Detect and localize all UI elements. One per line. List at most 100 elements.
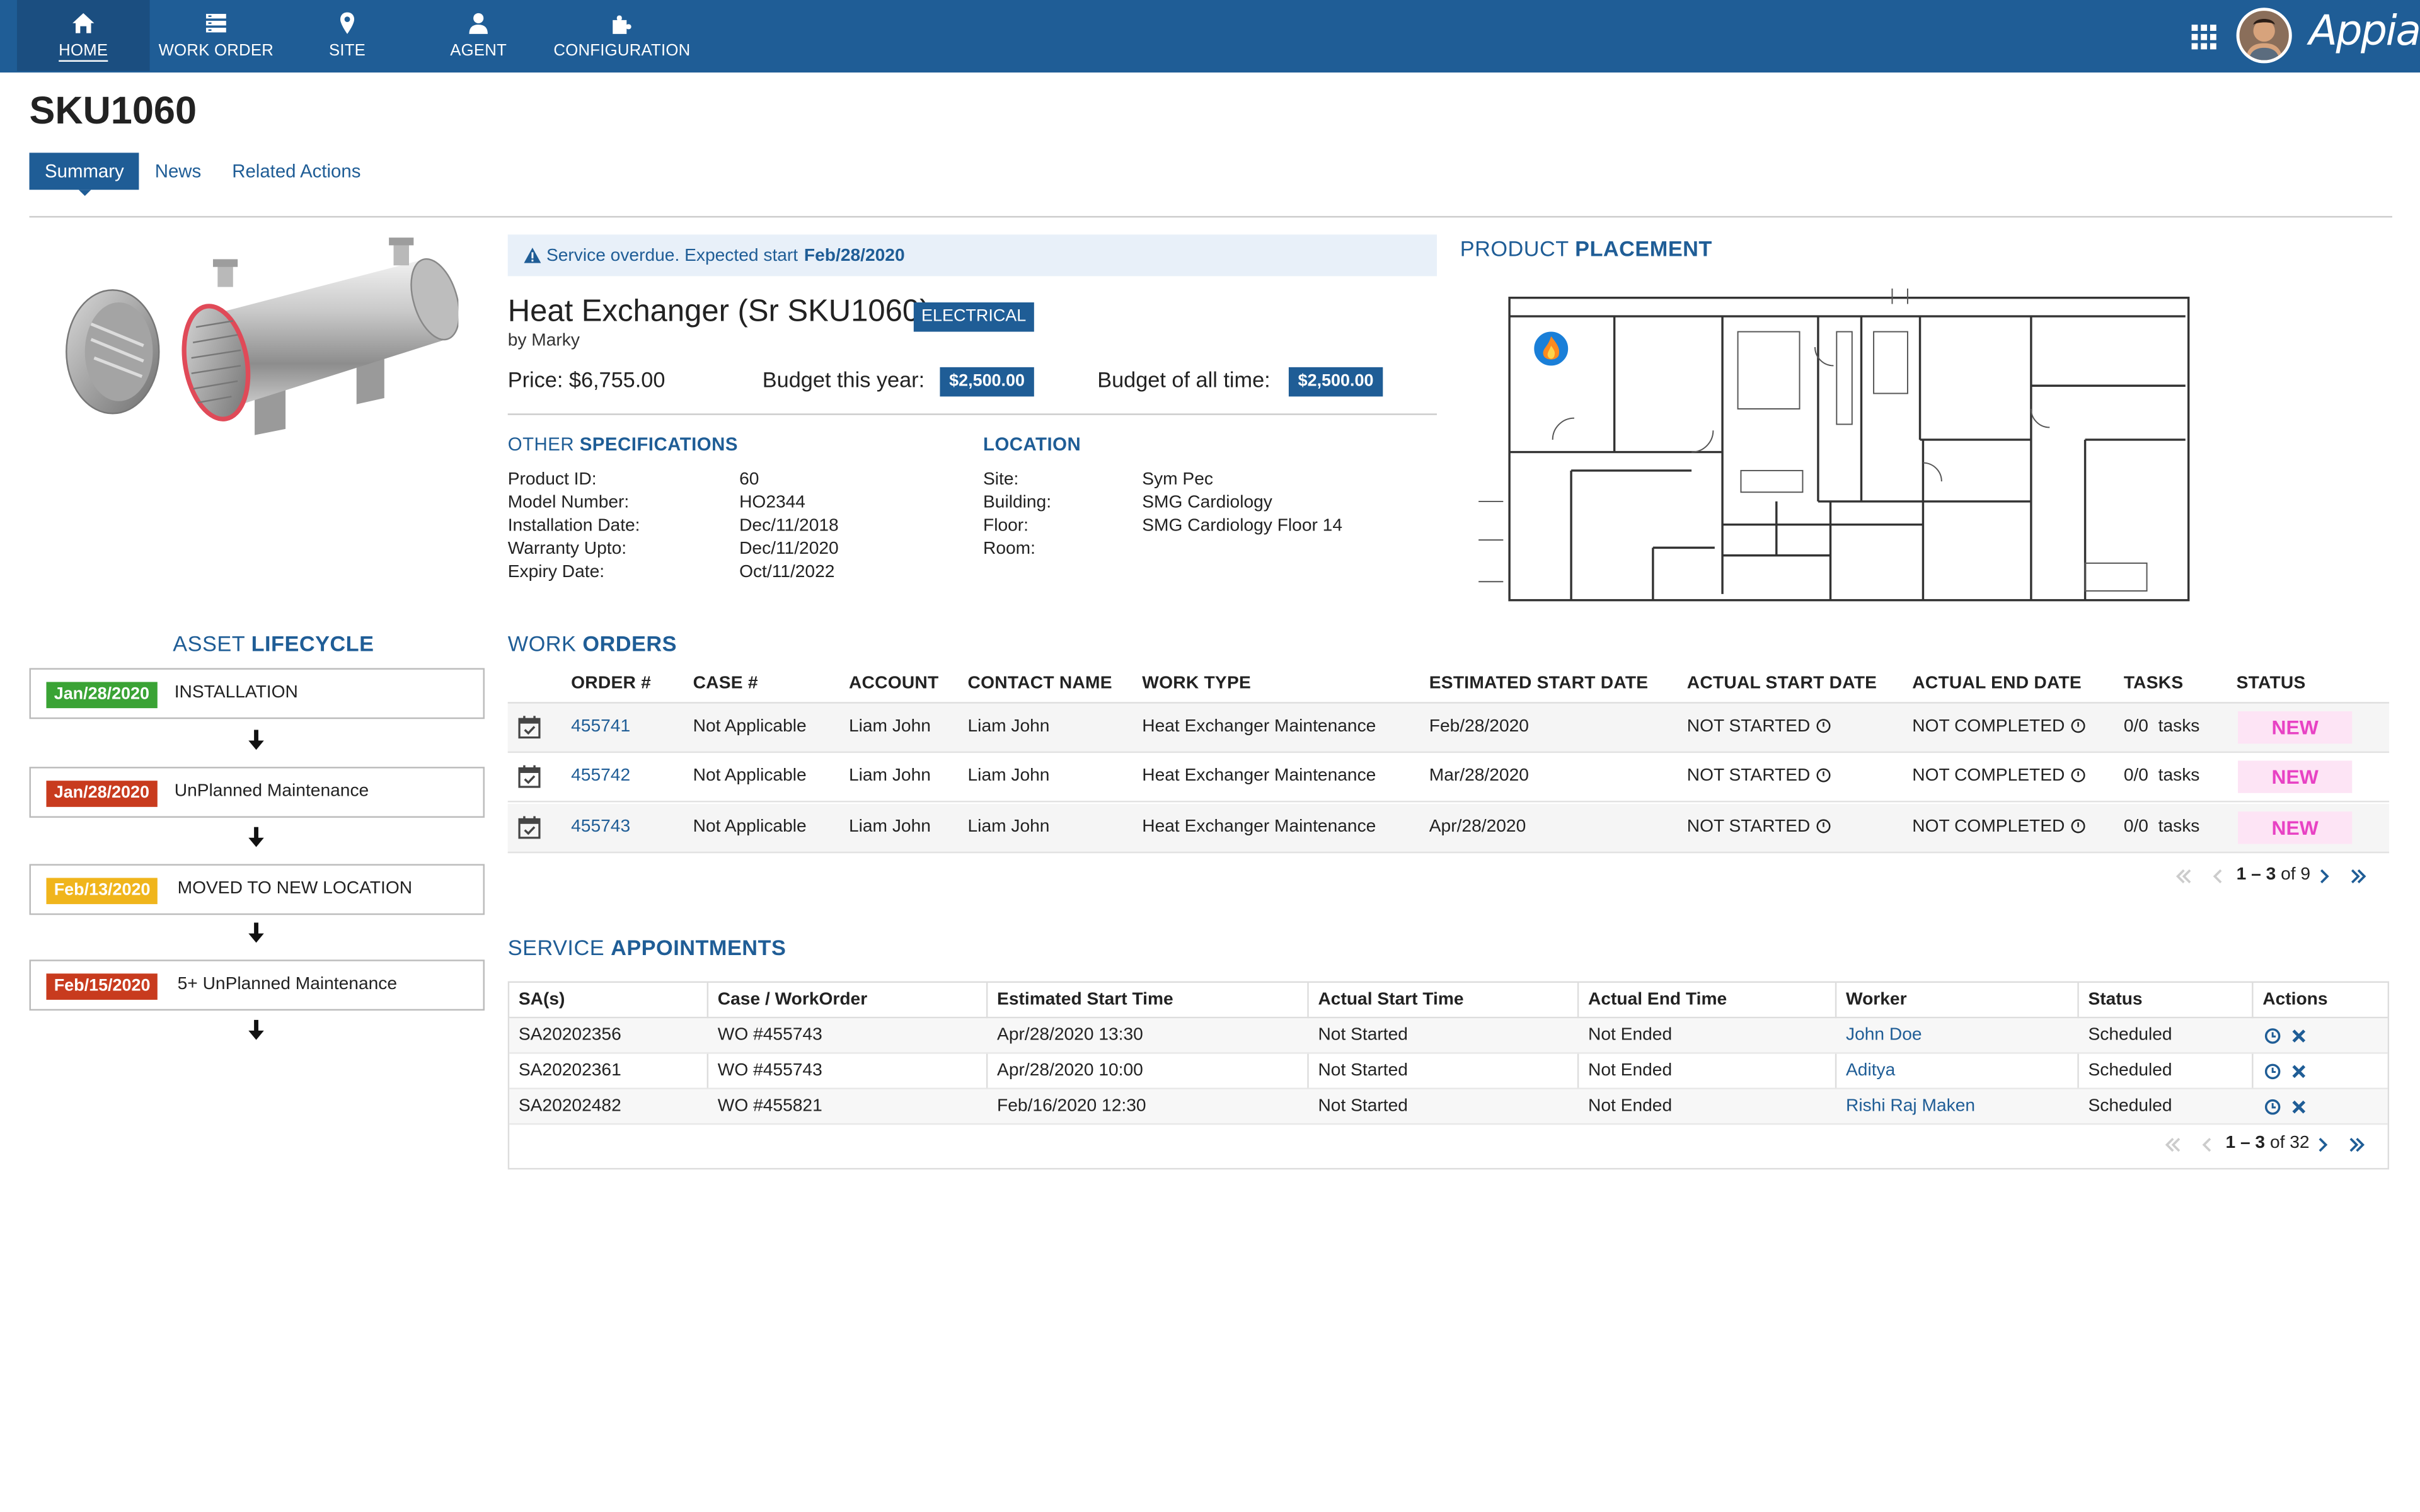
col-header[interactable]: CONTACT NAME <box>968 674 1112 692</box>
tasks-cell: 0/0 tasks <box>2123 717 2200 736</box>
nav-home[interactable]: HOME <box>16 0 150 71</box>
worker-link[interactable]: Rishi Raj Maken <box>1846 1097 1975 1115</box>
contact-cell: Liam John <box>967 767 1050 786</box>
actual-start-cell: Not Started <box>1318 1026 1408 1045</box>
calendar-icon[interactable] <box>517 714 541 739</box>
first-page-icon[interactable] <box>2173 866 2194 887</box>
col-header[interactable]: ACTUAL START DATE <box>1687 674 1877 692</box>
map-pin-icon <box>340 12 355 34</box>
nav-site[interactable]: SITE <box>282 0 412 71</box>
col-header[interactable]: Worker <box>1846 990 1907 1009</box>
app-grid-icon[interactable] <box>2190 23 2218 51</box>
col-header[interactable]: ORDER # <box>571 674 651 692</box>
specs-heading-bold: SPECIFICATIONS <box>579 433 738 455</box>
placement-heading: PRODUCT PLACEMENT <box>1460 236 1712 261</box>
col-header[interactable]: Actual Start Time <box>1318 990 1463 1009</box>
spec-value: Oct/11/2022 <box>739 563 835 582</box>
lifecycle-event: Feb/15/2020 5+ UnPlanned Maintenance <box>29 959 485 1011</box>
first-page-icon[interactable] <box>2162 1134 2184 1155</box>
table-row: 455743 Not Applicable Liam John Liam Joh… <box>507 803 2390 854</box>
location-label: Site: <box>983 470 1019 490</box>
col-header[interactable]: Status <box>2088 990 2142 1009</box>
cancel-icon[interactable] <box>2290 1063 2307 1080</box>
appointments-heading: SERVICE APPOINTMENTS <box>508 935 786 959</box>
appointments-heading-bold: APPOINTMENTS <box>611 935 786 960</box>
prev-page-icon[interactable] <box>2207 866 2228 887</box>
tab-summary[interactable]: Summary <box>29 152 140 197</box>
record-tabs: Summary News Related Actions <box>29 152 376 197</box>
col-header[interactable]: SA(s) <box>519 990 565 1009</box>
col-header[interactable]: Actions <box>2262 990 2327 1009</box>
order-link[interactable]: 455741 <box>571 718 630 736</box>
actual-start-cell: NOT STARTED <box>1686 767 1831 786</box>
nav-work-order[interactable]: WORK ORDER <box>150 0 283 71</box>
table-row: SA20202361 WO #455743 Apr/28/2020 10:00 … <box>509 1054 2388 1089</box>
prev-page-icon[interactable] <box>2196 1134 2218 1155</box>
work-orders-heading: WORK ORDERS <box>508 631 677 656</box>
worker-link[interactable]: John Doe <box>1846 1026 1922 1045</box>
col-header[interactable]: ACCOUNT <box>849 674 939 692</box>
cancel-icon[interactable] <box>2290 1028 2307 1045</box>
col-header[interactable]: ACTUAL END DATE <box>1912 674 2082 692</box>
lifecycle-heading-bold: LIFECYCLE <box>251 631 374 656</box>
actual-start-text: NOT STARTED <box>1686 767 1811 786</box>
next-page-icon[interactable] <box>2312 1134 2334 1155</box>
page-title: SKU1060 <box>29 89 197 133</box>
col-header[interactable]: TASKS <box>2124 674 2184 692</box>
nav-work-order-label: WORK ORDER <box>158 42 274 60</box>
last-page-icon[interactable] <box>2348 866 2369 887</box>
pager-text: 1 – 3 of 9 <box>2237 866 2310 884</box>
order-link[interactable]: 455742 <box>571 767 630 785</box>
user-avatar[interactable] <box>2236 8 2292 64</box>
actual-start-cell: NOT STARTED <box>1687 718 1831 736</box>
status-badge: NEW <box>2238 760 2353 793</box>
location-label: Room: <box>983 540 1035 559</box>
work-orders-heading-light: WORK <box>507 631 577 656</box>
col-header[interactable]: Actual End Time <box>1588 990 1727 1009</box>
status-cell: Scheduled <box>2088 1097 2172 1116</box>
account-cell: Liam John <box>848 767 931 786</box>
calendar-icon[interactable] <box>517 764 541 788</box>
est-start-cell: Feb/28/2020 <box>1429 717 1529 736</box>
case-cell: Not Applicable <box>693 717 807 736</box>
lifecycle-event-text: 5+ UnPlanned Maintenance <box>177 975 398 994</box>
budget-all-badge: $2,500.00 <box>1288 367 1383 397</box>
nav-agent[interactable]: AGENT <box>412 0 545 71</box>
spec-value: HO2344 <box>739 493 805 513</box>
tab-related-actions[interactable]: Related Actions <box>217 152 376 190</box>
col-header[interactable]: STATUS <box>2237 674 2306 692</box>
actual-end-cell: NOT COMPLETED <box>1912 818 2085 836</box>
col-header[interactable]: Estimated Start Time <box>997 990 1173 1009</box>
actual-end-cell: Not Ended <box>1588 1097 1673 1116</box>
col-header[interactable]: CASE # <box>693 674 758 692</box>
location-heading-bold: LOCATION <box>983 433 1081 455</box>
worker-link[interactable]: Aditya <box>1846 1062 1895 1080</box>
pager-text: 1 – 3 of 32 <box>2225 1134 2309 1152</box>
col-header[interactable]: WORK TYPE <box>1142 674 1251 692</box>
category-badge: ELECTRICAL <box>913 302 1034 332</box>
spec-label: Product ID: <box>507 470 597 490</box>
nav-configuration[interactable]: CONFIGURATION <box>544 0 699 71</box>
workorder-cell: WO #455743 <box>717 1026 822 1045</box>
specs-heading: OTHER SPECIFICATIONS <box>508 433 738 455</box>
next-page-icon[interactable] <box>2313 866 2335 887</box>
location-value: SMG Cardiology <box>1142 493 1272 513</box>
contact-cell: Liam John <box>967 817 1050 837</box>
clock-action-icon[interactable] <box>2264 1099 2281 1116</box>
clock-icon <box>2071 719 2085 733</box>
spec-label: Expiry Date: <box>507 563 605 582</box>
clock-action-icon[interactable] <box>2264 1063 2281 1080</box>
calendar-icon[interactable] <box>517 815 541 839</box>
col-header[interactable]: Case / WorkOrder <box>718 990 867 1009</box>
clock-action-icon[interactable] <box>2264 1028 2281 1045</box>
tab-news[interactable]: News <box>139 152 216 190</box>
placement-heading-light: PRODUCT <box>1460 236 1569 261</box>
last-page-icon[interactable] <box>2346 1134 2367 1155</box>
sa-cell: SA20202482 <box>518 1097 621 1116</box>
appointments-table: SA(s) Case / WorkOrder Estimated Start T… <box>507 981 2390 1170</box>
cancel-icon[interactable] <box>2290 1099 2307 1116</box>
pager-range: 1 – 3 <box>2236 865 2276 885</box>
order-link[interactable]: 455743 <box>571 818 630 836</box>
col-header[interactable]: ESTIMATED START DATE <box>1429 674 1649 692</box>
home-icon <box>72 13 95 33</box>
